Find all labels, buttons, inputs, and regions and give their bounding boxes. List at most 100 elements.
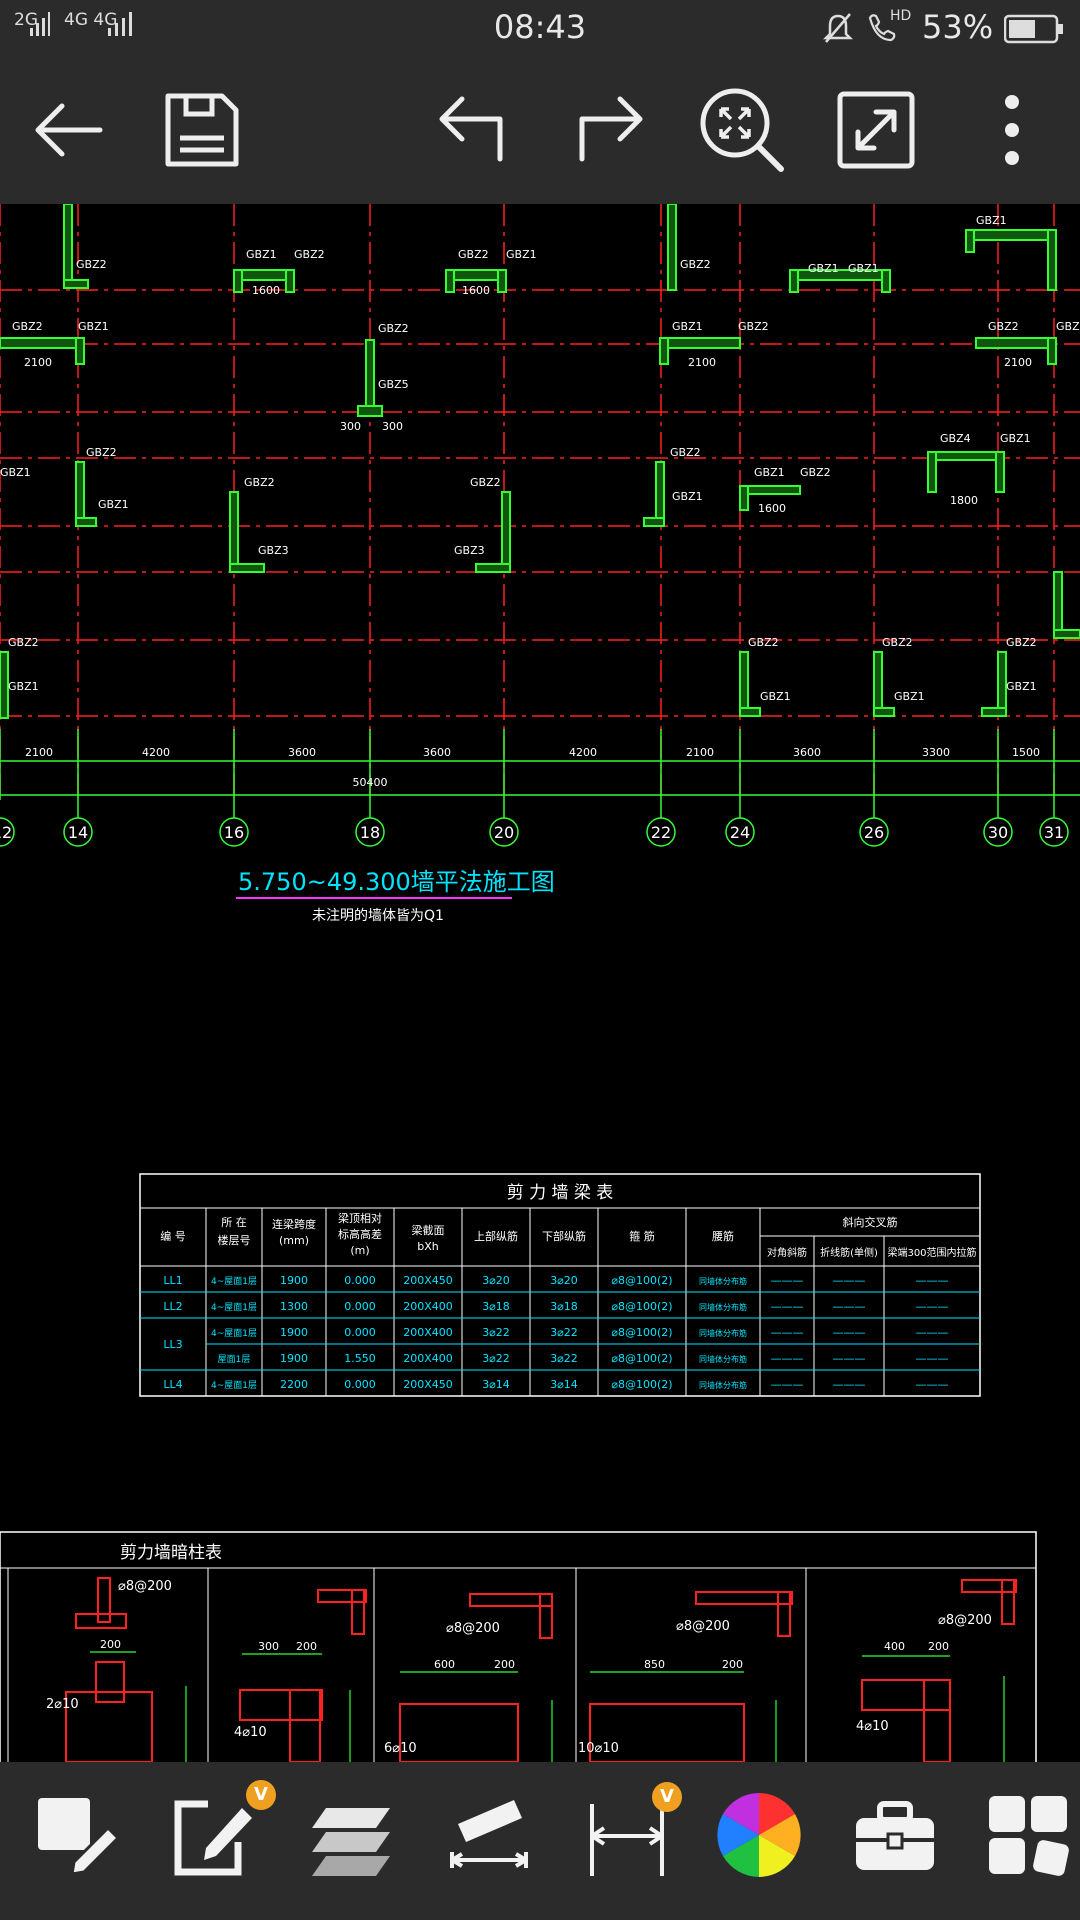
axis-label: 14 — [68, 823, 88, 842]
beam-cell: 2200 — [280, 1378, 308, 1391]
wall-tag: GBZ1 — [8, 680, 39, 693]
wall-tag: GBZ2 — [244, 476, 275, 489]
beam-cell: 同墙体分布筋 — [699, 1328, 747, 1338]
bay-dim: 2100 — [25, 746, 53, 759]
beam-cell: 3⌀18 — [482, 1300, 510, 1313]
beam-cell: 200X400 — [403, 1352, 453, 1365]
status-bar: 2G 4G 4G 08:43 HD 53% — [0, 0, 1080, 56]
zoom-extents-button[interactable] — [692, 80, 792, 180]
axis-label: 22 — [651, 823, 671, 842]
layers-button[interactable] — [296, 1780, 406, 1890]
dim-label: 300 — [340, 420, 361, 433]
measure-button[interactable] — [434, 1780, 544, 1890]
stirrup-label: ⌀8@200 — [676, 1619, 730, 1634]
beam-cell: 同墙体分布筋 — [699, 1380, 747, 1390]
dim-label: 1600 — [462, 284, 490, 297]
top-toolbar — [0, 56, 1080, 204]
dash-cell: ——— — [771, 1378, 804, 1391]
wall-tag: GBZ2 — [670, 446, 701, 459]
more-menu-button[interactable] — [962, 80, 1062, 180]
toolbox-button[interactable] — [840, 1780, 950, 1890]
rebar-label: 4⌀10 — [856, 1719, 889, 1734]
wall-tag: GBZ4 — [940, 432, 971, 445]
beam-header: bXh — [417, 1240, 439, 1253]
dash-cell: ——— — [916, 1378, 949, 1391]
beam-cell: 屋面1层 — [218, 1354, 251, 1365]
wall-tag: GBZ1 — [894, 690, 925, 703]
beam-cell: LL1 — [163, 1274, 182, 1287]
rebar-label: 6⌀10 — [384, 1741, 417, 1756]
dash-cell: ——— — [771, 1300, 804, 1313]
dim-label: 1800 — [950, 494, 978, 507]
drawing-canvas[interactable]: 2100 4200 3600 3600 4200 2100 3600 3300 … — [0, 204, 1080, 1762]
dim-label: 300 — [382, 420, 403, 433]
wall-tag: GBZ2 — [76, 258, 107, 271]
save-button[interactable] — [152, 80, 252, 180]
redo-button[interactable] — [558, 80, 658, 180]
expand-icon — [837, 91, 915, 169]
bay-dim: 3600 — [423, 746, 451, 759]
dim-label: 200 — [722, 1658, 743, 1671]
edit-icon — [174, 1800, 252, 1876]
axis-label: 18 — [360, 823, 380, 842]
undo-button[interactable] — [424, 80, 524, 180]
beam-cell: 0.000 — [344, 1326, 376, 1339]
briefcase-icon — [856, 1801, 934, 1870]
beam-header: 梁端300范围内拉筋 — [887, 1246, 976, 1259]
beam-cell: 4~屋面1层 — [211, 1302, 257, 1313]
beam-cell: 3⌀22 — [550, 1326, 578, 1339]
fullscreen-button[interactable] — [826, 80, 926, 180]
beam-cell: 1900 — [280, 1274, 308, 1287]
wall-tag: GBZ2 — [680, 258, 711, 271]
wall-tag: GBZ2 — [458, 248, 489, 261]
dim-label: 400 — [884, 1640, 905, 1653]
bay-dim: 3600 — [288, 746, 316, 759]
dim-label: 200 — [928, 1640, 949, 1653]
beam-cell: 4~屋面1层 — [211, 1380, 257, 1391]
beam-header: 腰筋 — [712, 1229, 734, 1243]
undo-icon — [439, 96, 503, 162]
dim-label: 600 — [434, 1658, 455, 1671]
wall-tag: GBZ2 — [738, 320, 769, 333]
dim-label: 1600 — [252, 284, 280, 297]
wall-tag: GBZ1 — [760, 690, 791, 703]
wall-tag: GBZ1 — [672, 490, 703, 503]
drawing-note: 未注明的墙体皆为Q1 — [312, 908, 444, 924]
dim-label: 200 — [296, 1640, 317, 1653]
axis-label: 26 — [864, 823, 884, 842]
beam-cell: 4~屋面1层 — [211, 1328, 257, 1339]
vip-badge: V — [652, 1782, 682, 1812]
beam-cell: LL3 — [163, 1338, 182, 1351]
wall-tag: GBZ1 — [1000, 432, 1031, 445]
beam-header: 上部纵筋 — [474, 1229, 518, 1243]
edit-tool-button[interactable]: V — [158, 1780, 276, 1890]
beam-cell: 同墙体分布筋 — [699, 1302, 747, 1312]
zoom-search-icon — [700, 88, 784, 172]
color-button[interactable] — [704, 1780, 814, 1890]
dim-label: 850 — [644, 1658, 665, 1671]
floppy-save-icon — [165, 93, 239, 167]
wall-tag: GBZ2 — [1006, 636, 1037, 649]
beam-cell: 3⌀20 — [550, 1274, 578, 1287]
back-button[interactable] — [18, 80, 118, 180]
dimension-button[interactable]: V — [572, 1780, 682, 1890]
axis-label: 31 — [1044, 823, 1064, 842]
beam-cell: 1300 — [280, 1300, 308, 1313]
beam-cell: 3⌀20 — [482, 1274, 510, 1287]
wall-columns — [0, 204, 1080, 719]
select-tool-button[interactable] — [20, 1780, 130, 1890]
column-table: 剪力墙暗柱表 ⌀8@200 ⌀8@200 ⌀8@200 ⌀8@200 2⌀10 … — [0, 1531, 1037, 1762]
dash-cell: ——— — [833, 1274, 866, 1287]
beam-header: (m) — [350, 1244, 369, 1257]
bay-dim: 1500 — [1012, 746, 1040, 759]
column-table-title: 剪力墙暗柱表 — [120, 1543, 222, 1563]
more-apps-button[interactable] — [976, 1780, 1080, 1890]
beam-cell: ⌀8@100(2) — [611, 1378, 672, 1391]
color-wheel-icon — [717, 1793, 801, 1877]
wall-tag: GBZ2 — [294, 248, 325, 261]
wall-tag: GBZ2 — [12, 320, 43, 333]
redo-icon — [579, 96, 643, 162]
arrow-left-icon — [35, 103, 103, 157]
beam-cell: 200X400 — [403, 1300, 453, 1313]
beam-cell: 3⌀14 — [482, 1378, 510, 1391]
